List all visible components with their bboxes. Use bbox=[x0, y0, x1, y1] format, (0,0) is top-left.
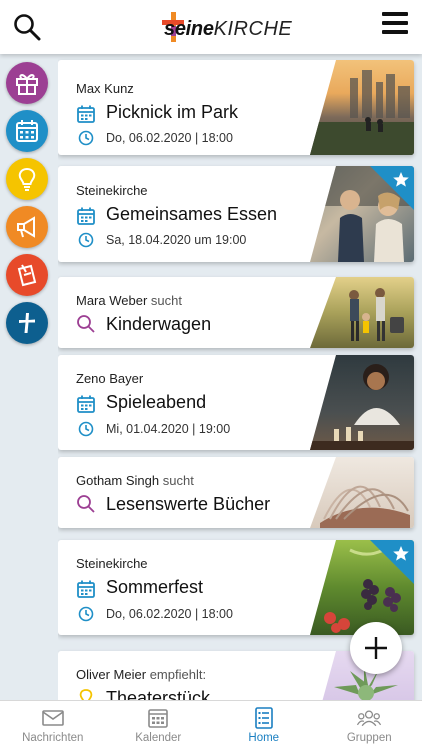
card-title: Spieleabend bbox=[106, 392, 207, 412]
group-icon bbox=[357, 710, 382, 727]
star-badge-icon bbox=[370, 540, 414, 584]
card-photo bbox=[310, 277, 414, 348]
clock-icon bbox=[78, 421, 94, 437]
category-church-button[interactable] bbox=[6, 302, 48, 344]
tab-kalender[interactable]: Kalender bbox=[106, 701, 212, 750]
feed-card[interactable]: Gotham Singh sucht Lesenswerte Bücher bbox=[58, 457, 414, 528]
calendar-icon bbox=[77, 395, 95, 413]
category-gift-button[interactable] bbox=[6, 62, 48, 104]
card-date: Mi, 01.04.2020 | 19:00 bbox=[106, 422, 231, 436]
megaphone-icon bbox=[17, 216, 35, 238]
card-author: Steinekirche bbox=[76, 556, 148, 571]
card-title: Sommerfest bbox=[106, 577, 204, 597]
bottom-tab-bar: Nachrichten Kalender Home Gruppen bbox=[0, 700, 422, 750]
card-title: Gemeinsames Essen bbox=[106, 204, 278, 224]
tab-label: Home bbox=[248, 732, 280, 744]
tab-label: Gruppen bbox=[346, 732, 392, 744]
category-sidebar bbox=[0, 54, 55, 700]
tab-label: Nachrichten bbox=[22, 732, 84, 744]
app-logo: seineKIRCHE bbox=[160, 12, 292, 46]
card-author: Max Kunz bbox=[76, 81, 134, 96]
card-author: Steinekirche bbox=[76, 183, 148, 198]
tab-label: Kalender bbox=[135, 732, 182, 744]
home-list-icon bbox=[254, 707, 273, 729]
logo-regular: KIRCHE bbox=[213, 18, 293, 40]
card-photo bbox=[310, 355, 414, 450]
home-feed: Max Kunz Picknick im Park Do, 06.02.2020… bbox=[58, 54, 422, 700]
card-title: Lesenswerte Bücher bbox=[106, 494, 271, 514]
calendar-icon bbox=[77, 580, 95, 598]
card-photo bbox=[310, 457, 414, 528]
card-title: Kinderwagen bbox=[106, 314, 212, 334]
category-idea-button[interactable] bbox=[6, 158, 48, 200]
lightbulb-icon bbox=[18, 167, 36, 191]
search-icon[interactable] bbox=[12, 12, 42, 42]
clock-icon bbox=[78, 130, 94, 146]
calendar-icon bbox=[16, 120, 38, 142]
card-date: Do, 06.02.2020 | 18:00 bbox=[106, 607, 233, 621]
category-note-button[interactable] bbox=[6, 254, 48, 296]
card-title: Picknick im Park bbox=[106, 102, 239, 122]
search-icon bbox=[77, 315, 95, 333]
card-date: Sa, 18.04.2020 um 19:00 bbox=[106, 233, 247, 247]
cross-icon bbox=[19, 313, 35, 333]
add-button[interactable] bbox=[350, 622, 402, 674]
calendar-icon bbox=[77, 105, 95, 123]
search-icon bbox=[77, 495, 95, 513]
top-bar: seineKIRCHE bbox=[0, 0, 422, 54]
card-author: Mara Weber sucht bbox=[76, 293, 182, 308]
gift-icon bbox=[16, 74, 38, 95]
clock-icon bbox=[78, 232, 94, 248]
card-title: Theaterstück bbox=[106, 688, 211, 700]
tab-home[interactable]: Home bbox=[211, 701, 317, 750]
feed-card[interactable]: Steinekirche Gemeinsames Essen Sa, 18.04… bbox=[58, 166, 414, 262]
feed-card[interactable]: Max Kunz Picknick im Park Do, 06.02.2020… bbox=[58, 60, 414, 155]
tab-gruppen[interactable]: Gruppen bbox=[317, 701, 422, 750]
note-icon bbox=[17, 264, 37, 287]
hamburger-menu-icon[interactable] bbox=[382, 12, 408, 36]
feed-card[interactable]: Zeno Bayer Spieleabend Mi, 01.04.2020 | … bbox=[58, 355, 414, 450]
calendar-icon bbox=[77, 207, 95, 225]
mail-icon bbox=[41, 710, 64, 726]
category-announcement-button[interactable] bbox=[6, 206, 48, 248]
card-date: Do, 06.02.2020 | 18:00 bbox=[106, 131, 233, 145]
category-calendar-button[interactable] bbox=[6, 110, 48, 152]
card-photo bbox=[310, 60, 414, 155]
logo-text: seineKIRCHE bbox=[164, 18, 292, 41]
card-author: Oliver Meier empfiehlt: bbox=[76, 667, 207, 682]
feed-card[interactable]: Steinekirche Sommerfest Do, 06.02.2020 |… bbox=[58, 540, 414, 635]
clock-icon bbox=[78, 606, 94, 622]
lightbulb-icon bbox=[79, 689, 93, 700]
star-badge-icon bbox=[370, 166, 414, 210]
feed-card[interactable]: Mara Weber sucht Kinderwagen bbox=[58, 277, 414, 348]
calendar-icon bbox=[148, 709, 169, 728]
logo-bold: seine bbox=[164, 18, 214, 40]
card-author: Zeno Bayer bbox=[76, 371, 144, 386]
card-author: Gotham Singh sucht bbox=[76, 473, 194, 488]
plus-icon bbox=[365, 637, 387, 659]
tab-nachrichten[interactable]: Nachrichten bbox=[0, 701, 106, 750]
